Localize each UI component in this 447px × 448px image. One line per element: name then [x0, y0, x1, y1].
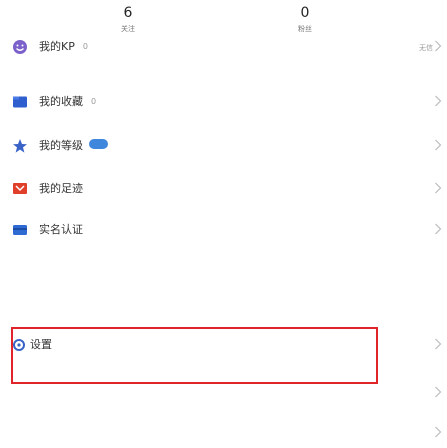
menu-item-settings-label: 设置 [30, 338, 52, 351]
chevron-right-icon [435, 95, 442, 107]
menu-item-favorites-count: 0 [91, 97, 97, 106]
stat-followers-value: 0 [300, 5, 310, 21]
menu-item-kp-label: 我的KP 0 [39, 40, 88, 53]
stat-followers[interactable]: 0 粉丝 [275, 6, 335, 33]
menu-item-kp-extra: 无信 [419, 44, 433, 52]
flag-icon [13, 183, 27, 194]
menu-item-kp[interactable]: 我的KP 0 无信 [0, 30, 447, 64]
gear-icon [13, 339, 25, 351]
chevron-right-icon [435, 426, 442, 438]
chevron-right-icon [435, 223, 442, 235]
folder-icon [13, 96, 27, 108]
chevron-right-icon [435, 139, 442, 151]
star-icon [13, 139, 27, 153]
menu-item-kp-count: 0 [82, 42, 88, 51]
stat-following[interactable]: 6 关注 [98, 6, 158, 33]
card-icon [13, 225, 27, 235]
menu-item-verify-label: 实名认证 [39, 223, 83, 236]
menu-item-favorites[interactable]: 我的收藏 0 [0, 85, 447, 119]
menu-item-footprint-label: 我的足迹 [39, 182, 83, 195]
profile-page: 6 关注 0 粉丝 我的KP 0 无信 我的收藏 0 我的等级 我的足迹 实名认… [0, 0, 447, 448]
chevron-right-icon [435, 386, 442, 398]
menu-item-level-label: 我的等级 [39, 139, 108, 153]
level-badge [89, 139, 108, 149]
menu-item-favorites-label: 我的收藏 0 [39, 95, 97, 108]
menu-item-verify[interactable]: 实名认证 [0, 213, 447, 247]
stats-bar: 6 关注 0 粉丝 [0, 0, 447, 33]
smile-icon [13, 40, 27, 54]
menu-item-footprint[interactable]: 我的足迹 [0, 172, 447, 206]
chevron-right-icon [435, 182, 442, 194]
chevron-right-icon [435, 40, 442, 52]
stat-following-value: 6 [123, 5, 133, 21]
menu-item-level[interactable]: 我的等级 [0, 129, 447, 163]
chevron-right-icon [435, 338, 442, 350]
menu-item-settings[interactable]: 设置 [0, 328, 447, 362]
